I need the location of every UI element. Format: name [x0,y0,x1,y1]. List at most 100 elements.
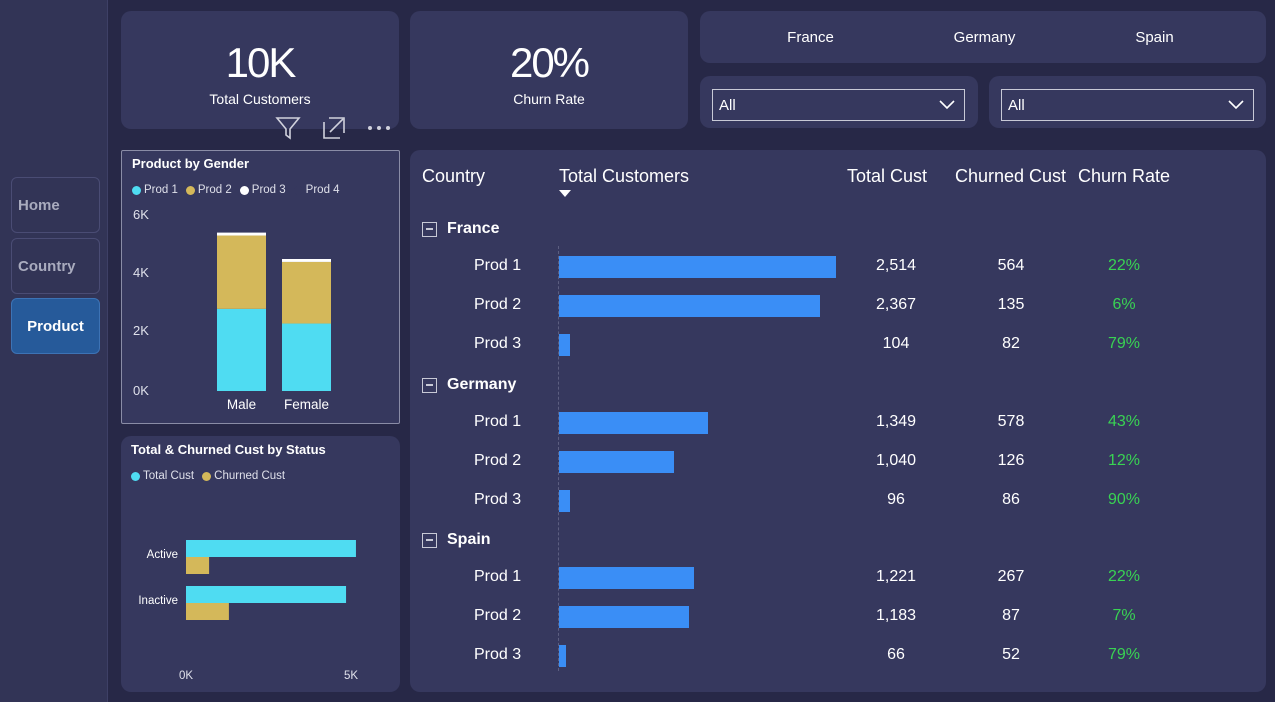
nav-country-button[interactable]: Country [11,238,100,294]
churn-rate-cell: 90% [1107,491,1141,508]
tab-spain[interactable]: Spain [1072,11,1237,63]
churn-rate-cell: 22% [1107,568,1141,585]
churn-rate-cell: 6% [1112,296,1136,313]
bar-total-cust[interactable] [186,540,356,557]
collapse-icon[interactable] [422,221,437,237]
total-cust-cell: 1,183 [875,607,917,624]
filter-dropdown-1[interactable]: All [712,89,965,121]
column-header-country[interactable]: Country [422,166,485,187]
data-bar[interactable] [559,567,694,589]
group-header[interactable]: Germany [422,376,516,394]
y-tick-label: 6K [133,207,149,222]
filter-icon[interactable] [274,114,302,147]
collapse-icon[interactable] [422,532,437,548]
row-label: Prod 3 [474,335,522,352]
kpi-card-total-customers: 10K Total Customers [121,11,399,129]
kpi-label: Churn Rate [513,91,585,107]
data-bar[interactable] [559,606,690,628]
y-tick-label: 0K [133,383,149,398]
churn-rate-cell: 43% [1107,413,1141,430]
y-tick-label: 4K [133,265,149,280]
country-slicer: France Germany Spain [700,11,1266,63]
column-header-churned-cust[interactable]: Churned Cust [955,166,1066,187]
row-label: Prod 1 [474,257,522,274]
data-bar[interactable] [559,645,567,667]
x-tick-label: 0K [179,670,193,682]
row-label: Prod 3 [474,491,522,508]
dropdown-value: All [1008,96,1025,114]
status-chart-card: Total & Churned Cust by Status Total Cus… [121,436,400,692]
y-category-label: Active [147,549,178,561]
data-bar[interactable] [559,412,708,434]
total-cust-cell: 104 [882,335,910,352]
column-header-total-customers[interactable]: Total Customers [559,166,689,187]
nav-product-button[interactable]: Product [11,298,100,354]
churn-rate-cell: 12% [1107,452,1141,469]
total-cust-cell: 1,349 [875,413,917,430]
filter-card-2: All [989,76,1266,128]
total-cust-cell: 2,514 [875,257,917,274]
row-label: Prod 2 [474,607,522,624]
bar-segment-prod-2[interactable] [217,235,266,309]
churned-cust-cell: 52 [1002,646,1020,663]
churned-cust-cell: 564 [997,257,1025,274]
row-label: Prod 1 [474,568,522,585]
bar-segment-prod-3[interactable] [217,232,266,236]
row-label: Prod 1 [474,413,522,430]
churn-rate-cell: 79% [1107,646,1141,663]
churn-rate-cell: 7% [1112,607,1136,624]
churned-cust-cell: 87 [1002,607,1020,624]
focus-mode-icon[interactable] [320,114,348,147]
dropdown-value: All [719,96,736,114]
total-cust-cell: 1,221 [875,568,917,585]
churned-cust-cell: 86 [1002,491,1020,508]
chevron-down-icon [1228,100,1244,110]
product-by-gender-card: Product by Gender Prod 1 Prod 2 Prod 3 P… [121,150,400,424]
bar-segment-prod-3[interactable] [282,259,331,262]
data-bar[interactable] [559,256,836,278]
gender-chart-svg: 6K 4K 2K 0K Male Female [133,207,331,412]
kpi-label: Total Customers [209,91,311,107]
filter-card-1: All [700,76,978,128]
kpi-value: 20% [509,39,590,86]
status-chart-svg: Active Inactive 0K 5K [138,540,358,682]
nav-home-button[interactable]: Home [11,177,100,233]
sort-descending-icon [559,190,571,197]
data-bar[interactable] [559,295,820,317]
group-label: France [447,220,500,237]
more-options-icon[interactable] [366,118,394,143]
y-tick-label: 2K [133,323,149,338]
tab-germany[interactable]: Germany [902,11,1067,63]
churned-cust-cell: 82 [1002,335,1020,352]
churn-rate-cell: 22% [1107,257,1141,274]
churned-cust-cell: 578 [997,413,1025,430]
tab-france[interactable]: France [728,11,893,63]
group-label: Spain [447,531,491,548]
data-bar[interactable] [559,451,674,473]
churned-cust-cell: 126 [997,452,1025,469]
column-header-churn-rate[interactable]: Churn Rate [1078,166,1170,187]
chevron-down-icon [939,100,955,110]
bar-segment-prod-1[interactable] [217,308,266,391]
filter-dropdown-2[interactable]: All [1001,89,1254,121]
row-label: Prod 3 [474,646,522,663]
x-tick-label: 5K [344,670,358,682]
total-cust-cell: 66 [887,646,905,663]
bar-churned-cust[interactable] [186,557,210,574]
sidebar: Home Country Product [0,0,108,702]
bar-segment-prod-2[interactable] [282,261,331,324]
bar-segment-prod-1[interactable] [282,323,331,391]
data-bar[interactable] [559,490,570,512]
data-bar[interactable] [559,334,571,356]
group-header[interactable]: France [422,220,499,238]
column-header-total-cust[interactable]: Total Cust [847,166,927,187]
bar-total-cust[interactable] [186,586,347,603]
group-header[interactable]: Spain [422,531,491,549]
x-category-label: Male [227,397,256,412]
churned-cust-cell: 267 [997,568,1025,585]
kpi-card-churn-rate: 20% Churn Rate [410,11,688,129]
collapse-icon[interactable] [422,377,437,393]
churn-rate-cell: 79% [1107,335,1141,352]
bar-churned-cust[interactable] [186,603,229,620]
y-category-label: Inactive [138,595,178,607]
